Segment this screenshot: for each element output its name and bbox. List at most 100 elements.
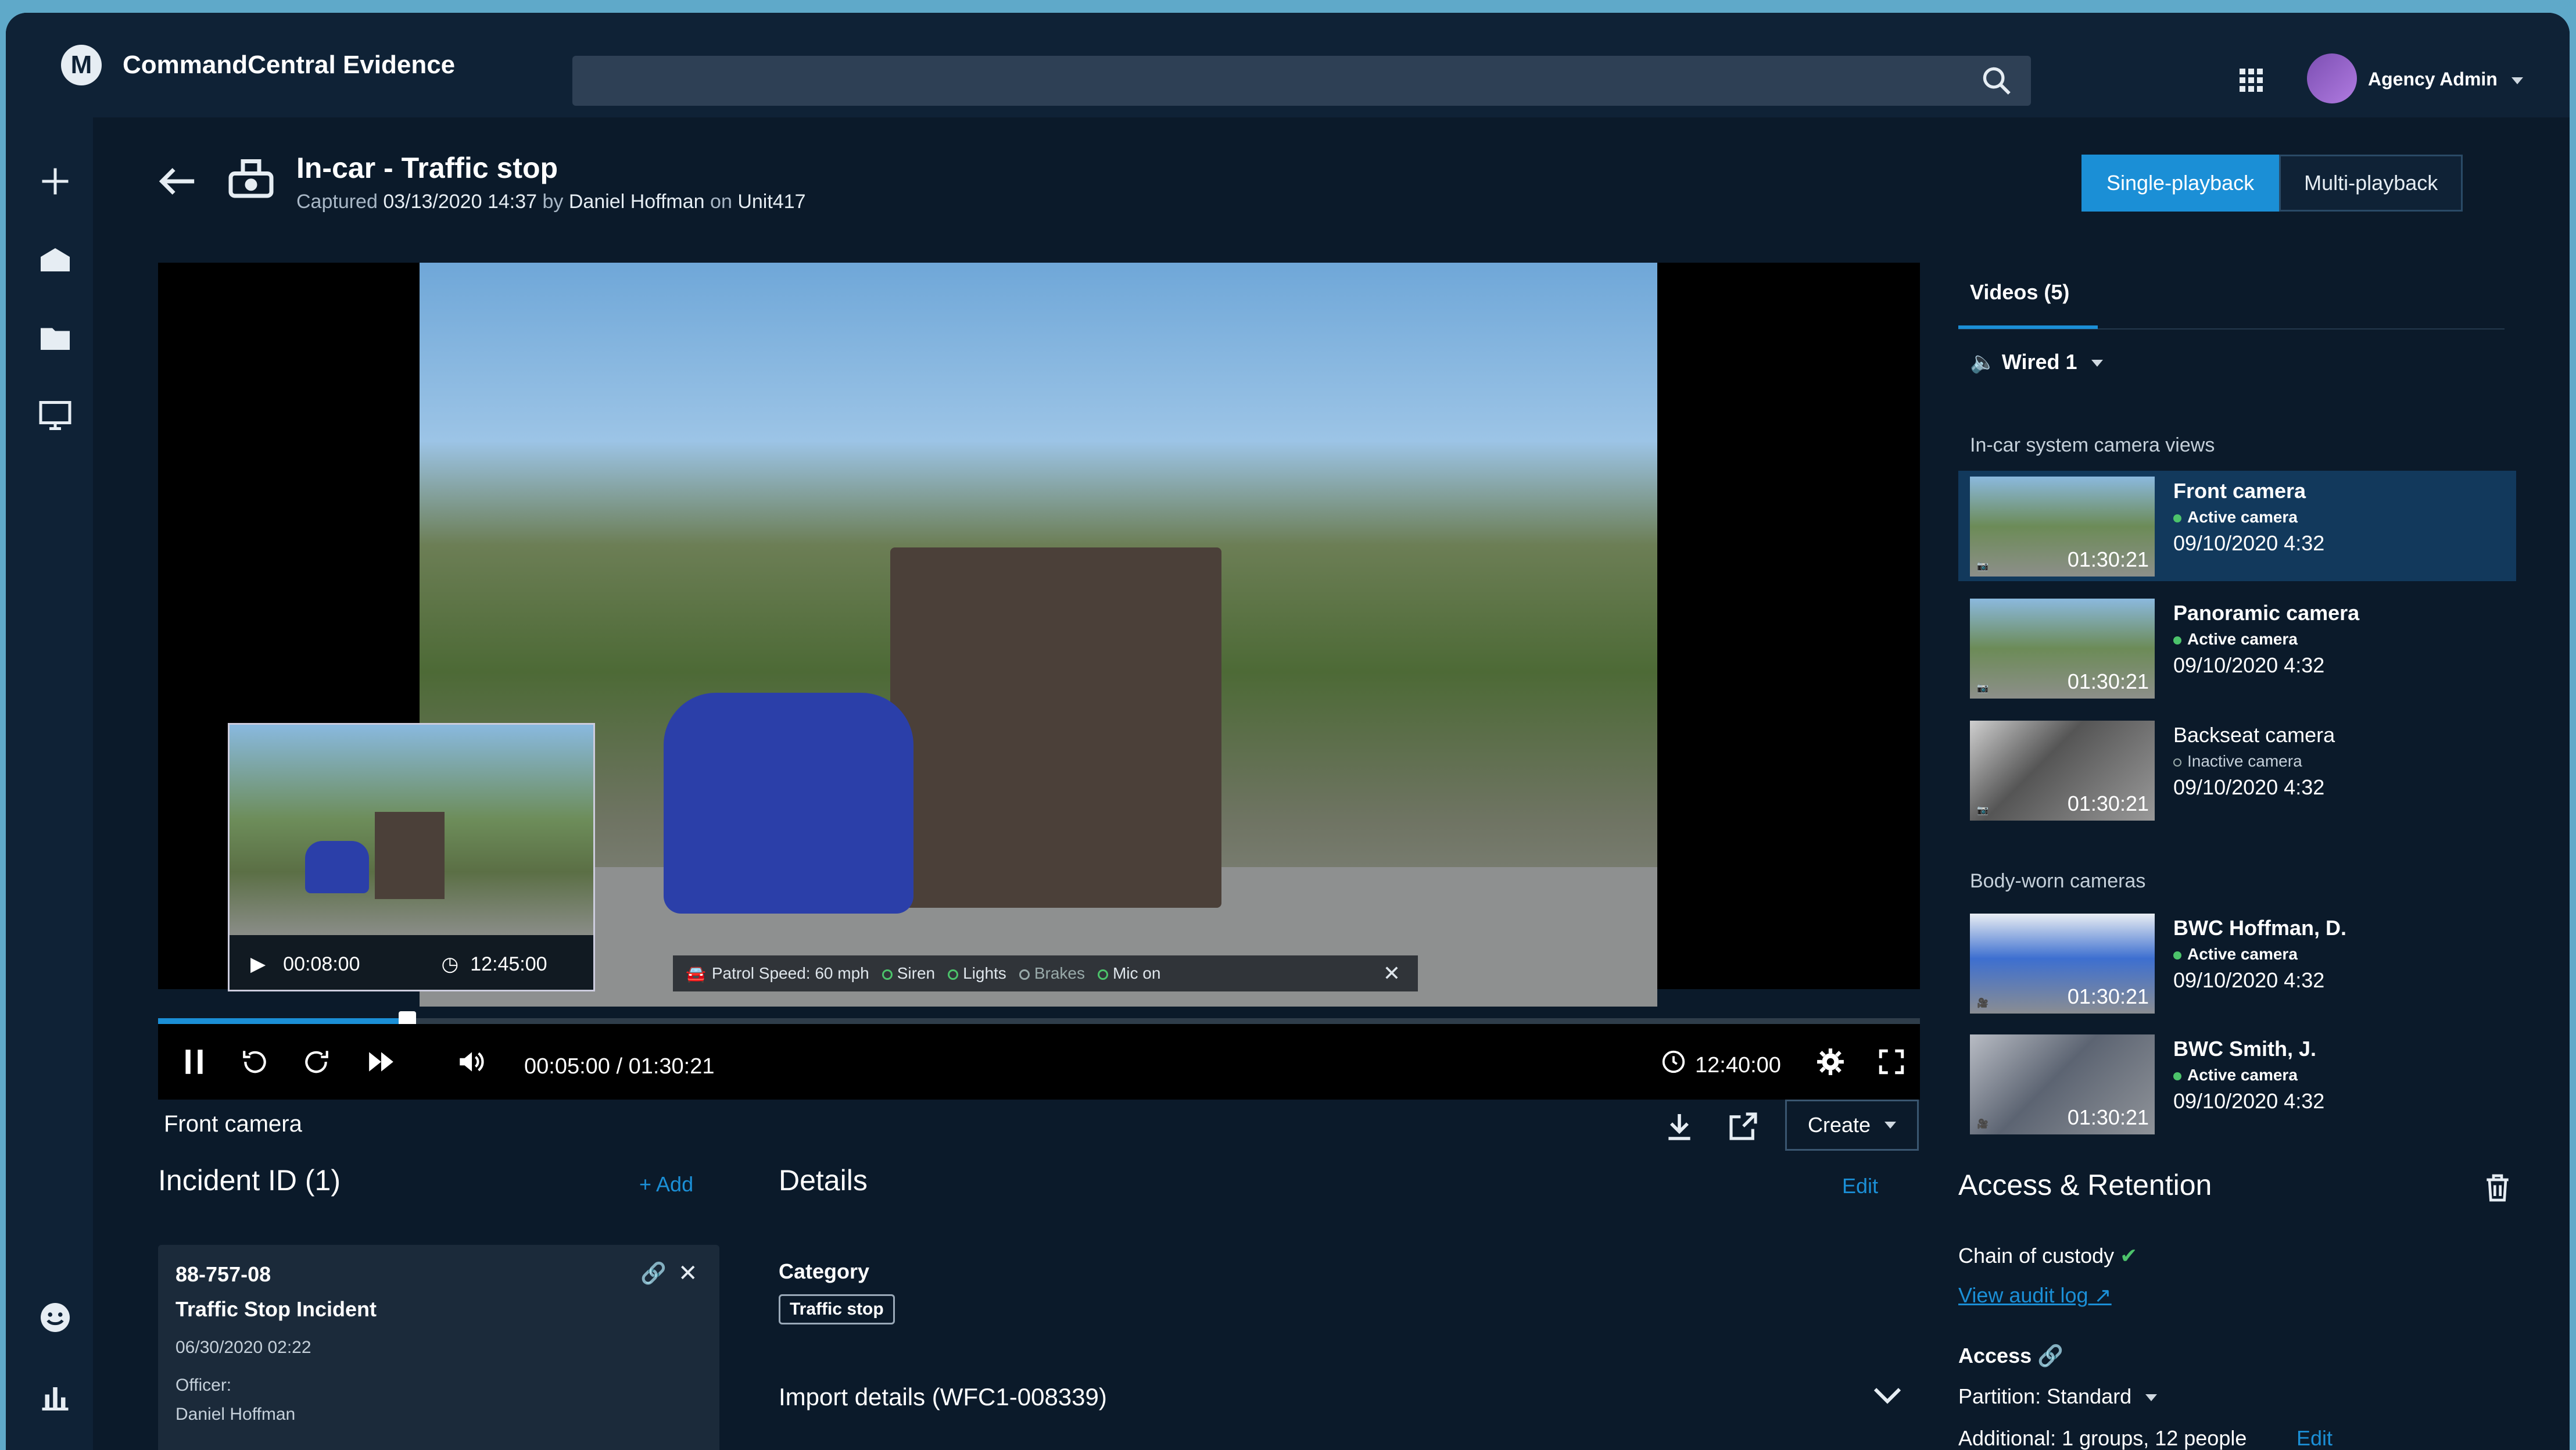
link-icon[interactable]: 🔗: [640, 1261, 667, 1286]
status-text: Active camera: [2187, 508, 2298, 526]
app-window: M CommandCentral Evidence Agency Admin I…: [6, 13, 2570, 1450]
audio-source-label: Wired 1: [2001, 350, 2077, 374]
chevron-down-icon[interactable]: [1871, 1384, 1904, 1408]
external-link-icon[interactable]: [1727, 1110, 1760, 1143]
in-car-camera-icon: 📷: [1977, 561, 1989, 571]
progress-bar[interactable]: [158, 1011, 1920, 1031]
forward-10-icon[interactable]: [300, 1047, 332, 1076]
camera-status: Active camera: [2173, 508, 2298, 527]
chevron-down-icon: [2511, 77, 2523, 84]
on-label: on: [710, 191, 732, 213]
rewind-10-icon[interactable]: [239, 1047, 271, 1076]
clock-icon: [1662, 1050, 1685, 1073]
apps-grid-icon[interactable]: [2237, 66, 2265, 94]
list-item[interactable]: 🎥 01:30:21 BWC Smith, J. Active camera 09…: [1958, 1029, 2516, 1139]
pip-controls: ▶ 00:08:00 ◷ 12:45:00: [230, 935, 593, 990]
bar-chart-icon[interactable]: [35, 1376, 76, 1416]
partition-dropdown[interactable]: Partition: Standard: [1958, 1384, 2158, 1409]
list-item[interactable]: 🎥 01:30:21 BWC Hoffman, D. Active camera …: [1958, 908, 2516, 1018]
add-incident-link[interactable]: + Add: [639, 1172, 693, 1197]
back-arrow-icon[interactable]: [157, 164, 198, 199]
plus-icon[interactable]: [35, 161, 76, 202]
motorola-logo-icon: M: [61, 45, 102, 85]
video-thumbnail: 📷 01:30:21: [1970, 477, 2155, 577]
thumbnail-duration: 01:30:21: [2067, 792, 2149, 815]
search-input[interactable]: [572, 56, 2031, 106]
volume-icon[interactable]: [453, 1047, 488, 1076]
fast-forward-icon[interactable]: [364, 1047, 398, 1076]
smiley-icon[interactable]: [35, 1297, 76, 1338]
list-item[interactable]: 📷 01:30:21 Panoramic camera Active camera…: [1958, 593, 2516, 703]
download-icon[interactable]: [1663, 1110, 1696, 1143]
play-icon[interactable]: ▶: [250, 953, 266, 976]
chain-label: Chain of custody: [1958, 1244, 2115, 1268]
officer-label: Officer:: [175, 1376, 232, 1395]
user-menu[interactable]: Agency Admin: [2368, 69, 2523, 90]
patrol-speed: Patrol Speed: 60 mph: [711, 964, 869, 982]
camera-status: Active camera: [2173, 630, 2298, 649]
monitor-icon[interactable]: [35, 395, 76, 436]
chain-of-custody: Chain of custody ✔: [1958, 1244, 2137, 1268]
camera-name: BWC Smith, J.: [2173, 1037, 2317, 1061]
import-details-toggle[interactable]: Import details (WFC1-008339): [779, 1383, 1107, 1411]
tab-videos[interactable]: Videos (5): [1970, 280, 2069, 305]
multi-playback-button[interactable]: Multi-playback: [2279, 155, 2463, 212]
unit-name: Unit417: [737, 191, 806, 213]
truck: [890, 547, 1221, 908]
view-audit-log-link[interactable]: View audit log ↗: [1958, 1283, 2112, 1308]
partition-label: Partition:: [1958, 1384, 2041, 1408]
lights-label: Lights: [963, 964, 1006, 982]
camera-date: 09/10/2020 4:32: [2173, 775, 2325, 799]
player-controls: 00:05:00 / 01:30:21 12:40:00: [158, 1024, 1920, 1100]
create-dropdown[interactable]: Create: [1785, 1100, 1919, 1151]
share-folder-icon[interactable]: [35, 318, 76, 359]
siren-indicator: [882, 969, 893, 980]
remove-incident-icon[interactable]: ✕: [678, 1260, 698, 1287]
category-label: Category: [779, 1259, 870, 1283]
clock-time: 12:40:00: [1695, 1053, 1781, 1077]
body-camera-icon: 🎥: [1977, 998, 1989, 1008]
pause-icon[interactable]: [181, 1047, 207, 1076]
details-edit-link[interactable]: Edit: [1842, 1174, 1878, 1198]
camera-date: 09/10/2020 4:32: [2173, 1089, 2325, 1113]
close-icon[interactable]: ✕: [1383, 961, 1400, 986]
status-dot: [2173, 758, 2181, 767]
incident-card: 88-757-08 🔗 ✕ Traffic Stop Incident 06/3…: [158, 1245, 719, 1450]
home-icon[interactable]: [35, 239, 76, 280]
chevron-down-icon: [2091, 360, 2103, 367]
camera-name: BWC Hoffman, D.: [2173, 916, 2346, 940]
lights-indicator: [948, 969, 959, 980]
car: [664, 693, 913, 914]
page-title: In-car - Traffic stop: [296, 152, 558, 184]
picture-in-picture[interactable]: ▶ 00:08:00 ◷ 12:45:00: [228, 723, 595, 991]
video-frame[interactable]: [420, 263, 1657, 1007]
in-car-camera-icon: 📷: [1977, 683, 1989, 693]
link-icon: 🔗: [2037, 1344, 2063, 1367]
body-camera-icon: 🎥: [1977, 1119, 1989, 1129]
progress-fill: [158, 1018, 405, 1024]
audio-source-dropdown[interactable]: 🔈 Wired 1: [1970, 350, 2103, 374]
mic-label: Mic on: [1112, 964, 1161, 982]
incident-date: 06/30/2020 02:22: [175, 1338, 311, 1357]
details-heading: Details: [779, 1164, 868, 1197]
trash-icon[interactable]: [2481, 1170, 2514, 1205]
fullscreen-icon[interactable]: [1875, 1047, 1908, 1076]
additional-access: Additional: 1 groups, 12 people: [1958, 1426, 2247, 1450]
siren-label: Siren: [897, 964, 936, 982]
status-text: Active camera: [2187, 945, 2298, 963]
list-item[interactable]: 📷 01:30:21 Backseat camera Inactive camer…: [1958, 715, 2516, 825]
captured-date: 03/13/2020 14:37: [383, 191, 538, 213]
category-tag: Traffic stop: [779, 1294, 895, 1324]
incident-name: Traffic Stop Incident: [175, 1297, 377, 1321]
pip-truck: [375, 812, 445, 899]
single-playback-button[interactable]: Single-playback: [2081, 155, 2280, 212]
access-edit-link[interactable]: Edit: [2296, 1426, 2333, 1450]
camera-status: Active camera: [2173, 1066, 2298, 1084]
in-car-camera-icon: [228, 159, 274, 198]
avatar[interactable]: [2307, 53, 2357, 103]
gear-icon[interactable]: [1814, 1047, 1847, 1076]
telemetry-overlay: 🚘 Patrol Speed: 60 mph Siren Lights Brak…: [673, 955, 1418, 991]
thumbnail-duration: 01:30:21: [2067, 984, 2149, 1008]
search-icon[interactable]: [1980, 64, 2013, 98]
list-item[interactable]: 📷 01:30:21 Front camera Active camera 09/…: [1958, 471, 2516, 581]
